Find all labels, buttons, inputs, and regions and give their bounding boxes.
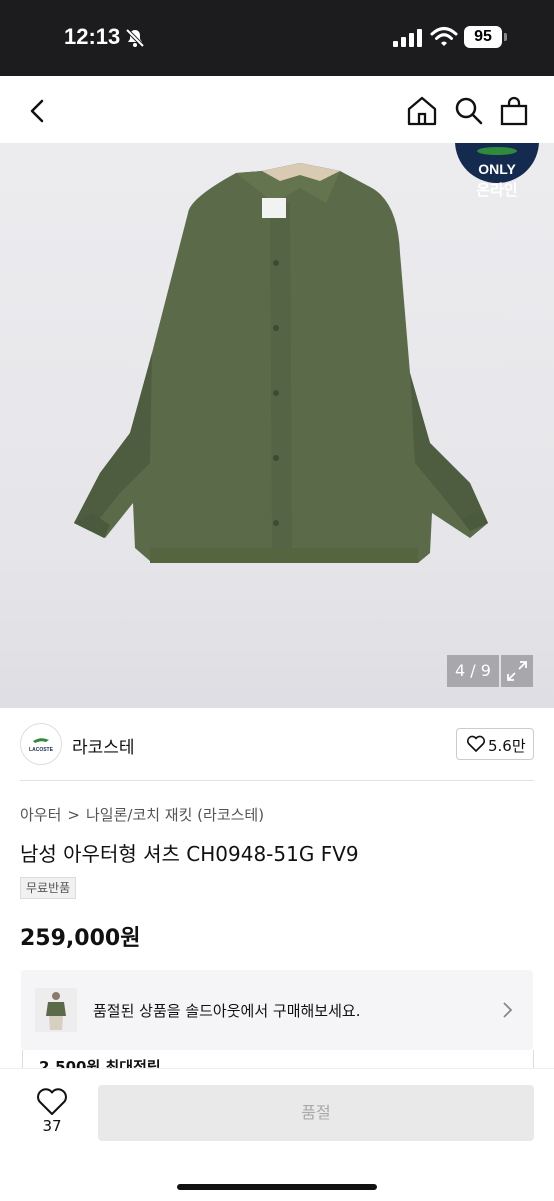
product-image[interactable]: ONLY 온라인 4 / 9 xyxy=(0,143,554,708)
jacket-illustration xyxy=(74,163,488,563)
battery-indicator: 95 xyxy=(464,26,502,48)
chevron-right-icon xyxy=(503,1002,513,1018)
heart-icon xyxy=(466,735,486,752)
status-bar: 12:13 95 xyxy=(0,0,554,76)
brand-name[interactable]: 라코스테 xyxy=(72,733,135,758)
soldout-banner[interactable]: 품절된 상품을 솔드아웃에서 구매해보세요. xyxy=(21,970,533,1050)
brand-row[interactable]: LACOSTE 라코스테 5.6만 xyxy=(0,708,554,780)
battery-tip xyxy=(504,33,507,41)
soldout-thumbnail xyxy=(35,988,77,1032)
brand-logo-text: LACOSTE xyxy=(29,747,54,753)
badge-line2: 온라인 xyxy=(476,181,518,199)
wishlist-count: 37 xyxy=(42,1117,62,1135)
breadcrumb-category[interactable]: 아우터 xyxy=(20,806,61,824)
product-price: 259,000원 xyxy=(20,926,141,951)
status-time: 12:13 xyxy=(64,24,121,49)
back-icon[interactable] xyxy=(20,93,56,129)
heart-outline-icon xyxy=(37,1088,67,1115)
soldout-button[interactable]: 품절 xyxy=(98,1085,534,1141)
image-counter: 4 / 9 xyxy=(447,655,499,687)
breadcrumb-separator-icon: > xyxy=(67,806,80,824)
bell-muted-icon xyxy=(125,28,145,48)
soldout-banner-text: 품절된 상품을 솔드아웃에서 구매해보세요. xyxy=(93,1002,361,1020)
bottom-action-bar: 37 품절 xyxy=(0,1068,554,1201)
expand-icon[interactable] xyxy=(501,655,533,687)
brand-like-button[interactable]: 5.6만 xyxy=(456,728,534,760)
crocodile-icon xyxy=(477,147,517,155)
brand-logo[interactable]: LACOSTE xyxy=(20,723,62,765)
home-icon[interactable] xyxy=(404,93,440,129)
home-indicator xyxy=(177,1184,377,1190)
search-icon[interactable] xyxy=(451,93,487,129)
free-return-tag: 무료반품 xyxy=(20,877,77,899)
badge-line1: ONLY xyxy=(478,161,516,177)
breadcrumb-subcategory[interactable]: 나일론/코치 재킷 (라코스테) xyxy=(86,806,264,824)
product-title: 남성 아우터형 셔츠 CH0948-51G FV9 xyxy=(20,842,359,866)
shopping-bag-icon[interactable] xyxy=(496,93,532,129)
model-thumbnail-icon xyxy=(35,988,77,1032)
divider xyxy=(20,780,534,781)
wifi-icon xyxy=(430,27,458,46)
brand-like-count: 5.6만 xyxy=(488,737,526,755)
signal-icon xyxy=(393,29,422,47)
top-nav xyxy=(0,76,554,144)
crocodile-logo-icon: LACOSTE xyxy=(29,738,54,753)
breadcrumb: 아우터 > 나일론/코치 재킷 (라코스테) xyxy=(20,804,264,825)
